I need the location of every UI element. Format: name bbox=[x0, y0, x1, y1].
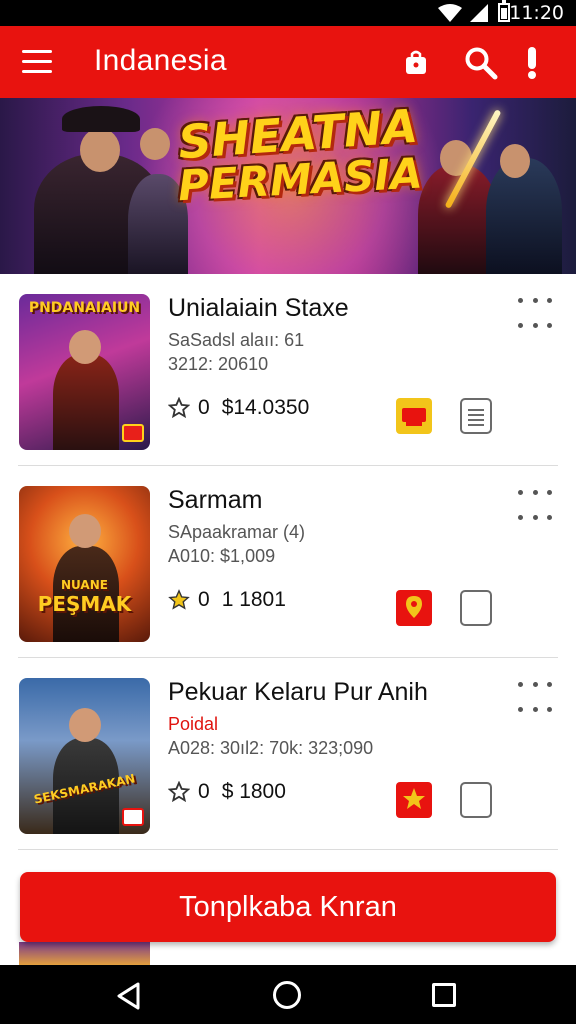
item-price: $ 1800 bbox=[221, 780, 286, 803]
primary-action-button[interactable]: Tonplkaba Knran bbox=[20, 872, 556, 942]
list-item[interactable]: PNDANAIAIUN Unialaiain Staxe SaSadsl ala… bbox=[0, 274, 576, 466]
thumb-badge bbox=[122, 808, 144, 826]
back-icon[interactable] bbox=[116, 982, 142, 1010]
document-icon[interactable] bbox=[460, 782, 492, 818]
list-item[interactable]: SEKSMARAKAN Pekuar Kelaru Pur Anih Poida… bbox=[0, 658, 576, 850]
more-icon[interactable] bbox=[518, 490, 552, 540]
star-icon bbox=[168, 781, 190, 803]
banner-title-line2: PERMASIA bbox=[176, 148, 424, 211]
signal-icon bbox=[470, 4, 488, 22]
item-subtitle: Poidal bbox=[168, 714, 219, 734]
item-price: 1 1801 bbox=[221, 588, 286, 611]
thumb-title: PNDANAIAIUN bbox=[28, 300, 141, 316]
menu-icon[interactable] bbox=[22, 50, 52, 74]
thumb-title-line1: NUANE bbox=[61, 578, 108, 592]
more-icon[interactable] bbox=[518, 298, 552, 348]
star-icon bbox=[168, 589, 190, 610]
thumb-character-head bbox=[69, 708, 101, 742]
thumb-badge bbox=[122, 424, 144, 442]
item-meta: A028: 30ıl2: 70k: 323;090 bbox=[168, 738, 374, 758]
alert-icon[interactable] bbox=[526, 46, 538, 80]
next-item-thumbnail-peek bbox=[19, 942, 150, 966]
banner-character-mid-head bbox=[140, 128, 170, 160]
star-icon bbox=[168, 397, 190, 419]
item-name: Unialaiain Staxe bbox=[168, 294, 349, 322]
battery-icon bbox=[498, 0, 510, 22]
status-bar: 11:20 bbox=[0, 0, 576, 26]
item-rating: 0 1 1801 bbox=[168, 588, 286, 612]
item-rating-value: 0 bbox=[198, 588, 210, 611]
item-rating: 0 $14.0350 bbox=[168, 396, 309, 420]
status-time: 11:20 bbox=[509, 2, 564, 24]
wifi-icon bbox=[438, 4, 462, 22]
item-name: Sarmam bbox=[168, 486, 263, 514]
item-subtitle: SaSadsl alaıı: 61 bbox=[168, 330, 305, 350]
item-meta: A010: $1,009 bbox=[168, 546, 276, 566]
banner-title: SHEATNA PERMASIA bbox=[177, 99, 424, 211]
store-icon[interactable] bbox=[396, 398, 432, 434]
store-icon[interactable] bbox=[396, 590, 432, 626]
list-item[interactable]: NUANE PEŞMAK Sarmam SApaakramar (4) A010… bbox=[0, 466, 576, 658]
item-rating-value: 0 bbox=[198, 780, 210, 803]
item-meta: 3212: 20610 bbox=[168, 354, 269, 374]
thumb-character-head bbox=[69, 330, 101, 364]
thumb-title-line2: PEŞMAK bbox=[37, 592, 132, 616]
thumb-character-head bbox=[69, 514, 101, 548]
system-nav-bar bbox=[0, 965, 576, 1024]
home-icon[interactable] bbox=[273, 981, 301, 1009]
document-icon[interactable] bbox=[460, 398, 492, 434]
app-title: Indanesia bbox=[94, 44, 227, 77]
recents-icon[interactable] bbox=[432, 983, 456, 1007]
item-rating: 0 $ 1800 bbox=[168, 780, 286, 804]
divider bbox=[18, 849, 558, 850]
thumb-character bbox=[53, 354, 119, 450]
item-thumbnail[interactable]: NUANE PEŞMAK bbox=[19, 486, 150, 642]
more-icon[interactable] bbox=[518, 682, 552, 732]
search-icon[interactable] bbox=[464, 46, 498, 80]
app-bar: Indanesia bbox=[0, 26, 576, 98]
bag-icon[interactable] bbox=[404, 50, 428, 76]
item-thumbnail[interactable]: SEKSMARAKAN bbox=[19, 678, 150, 834]
item-thumbnail[interactable]: PNDANAIAIUN bbox=[19, 294, 150, 450]
document-icon[interactable] bbox=[460, 590, 492, 626]
banner-character-left-head bbox=[80, 128, 120, 172]
promo-banner[interactable]: SHEATNA PERMASIA bbox=[0, 98, 576, 274]
banner-character-far-right bbox=[486, 158, 562, 274]
store-icon[interactable] bbox=[396, 782, 432, 818]
banner-character-left-hat bbox=[62, 106, 140, 132]
item-rating-value: 0 bbox=[198, 396, 210, 419]
item-name: Pekuar Kelaru Pur Anih bbox=[168, 678, 428, 706]
item-subtitle: SApaakramar (4) bbox=[168, 522, 306, 542]
banner-character-far-right-head bbox=[500, 144, 530, 178]
item-price: $14.0350 bbox=[221, 396, 310, 419]
